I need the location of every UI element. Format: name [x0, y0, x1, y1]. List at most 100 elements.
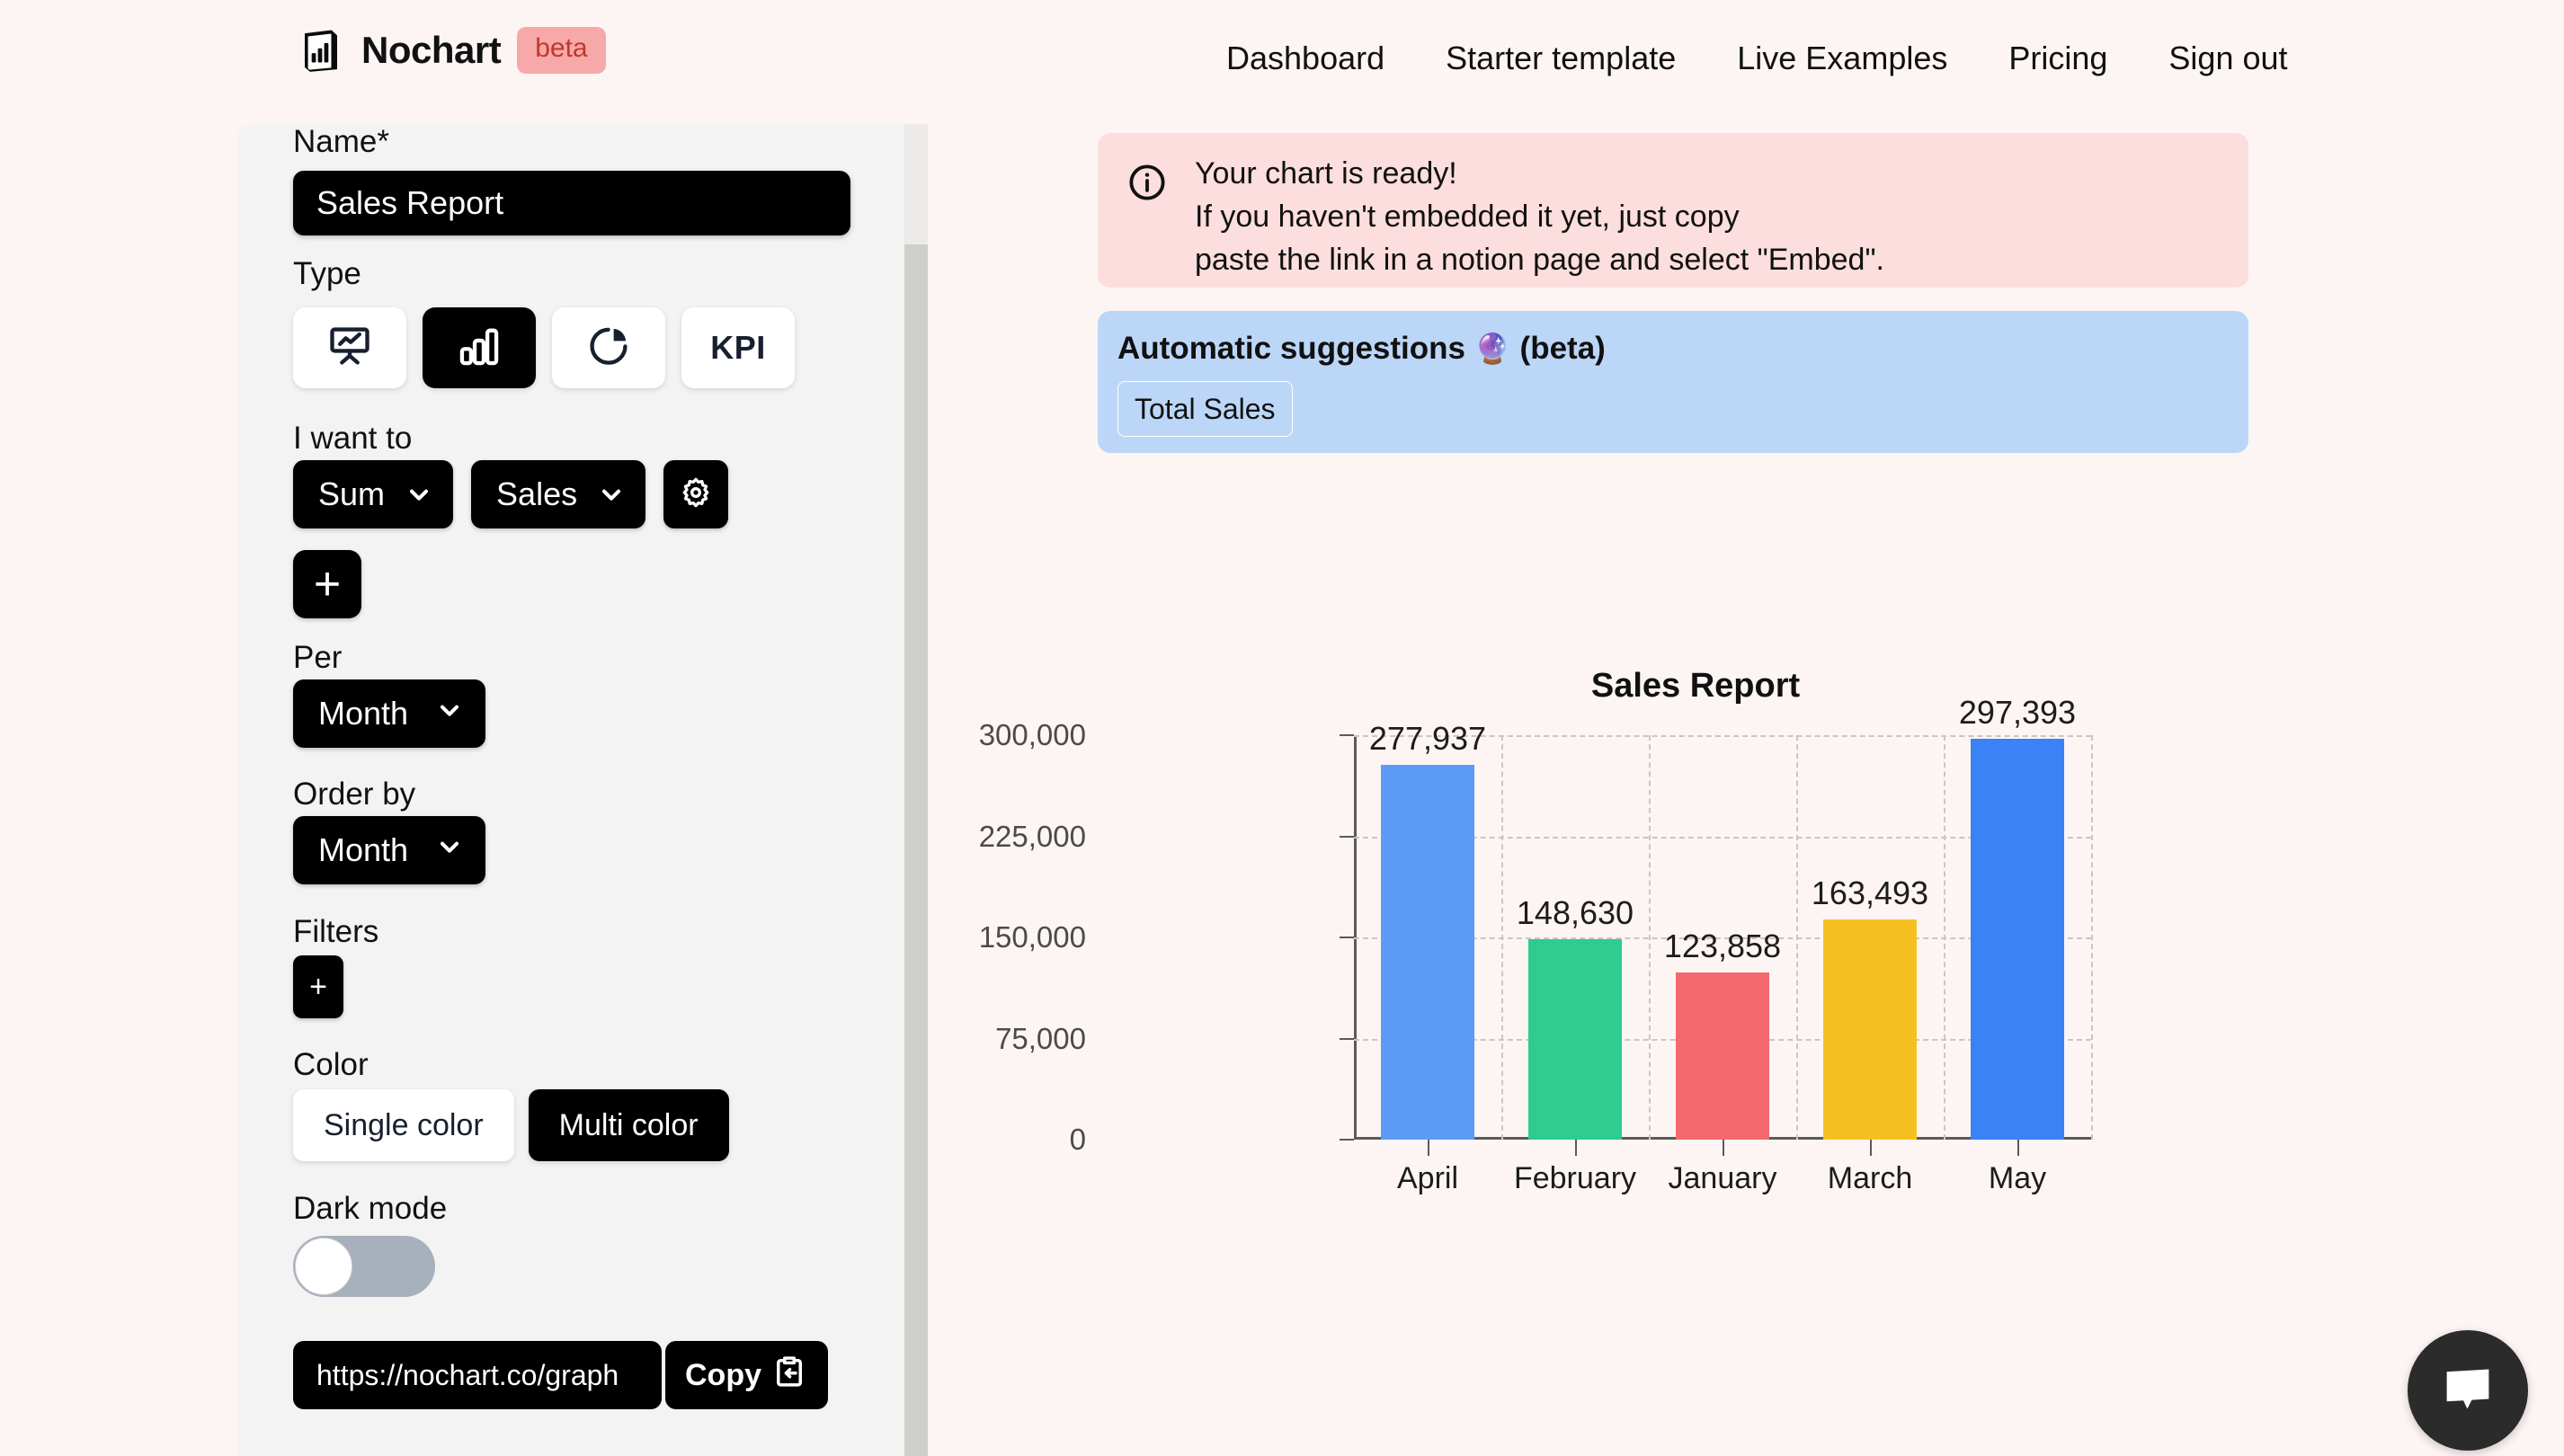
vertical-gridline	[1944, 735, 1945, 1140]
plus-icon: +	[309, 970, 327, 1004]
presentation-line-chart-icon	[326, 323, 373, 374]
gear-icon	[678, 475, 714, 515]
per-value: Month	[318, 695, 409, 732]
color-label: Color	[293, 1047, 369, 1082]
dark-mode-toggle[interactable]	[293, 1236, 435, 1297]
type-option-bar-chart[interactable]	[423, 307, 536, 388]
aggregate-select[interactable]: Sum	[293, 460, 454, 528]
suggestions-title: Automatic suggestions 🔮 (beta)	[1117, 331, 2248, 367]
bar-value-label: 277,937	[1368, 720, 1487, 758]
field-value: Sales	[496, 475, 578, 512]
type-option-kpi[interactable]: KPI	[681, 307, 795, 388]
dark-mode-label: Dark mode	[293, 1191, 448, 1226]
color-option-single[interactable]: Single color	[293, 1089, 514, 1161]
type-label: Type	[293, 256, 361, 291]
order-by-select[interactable]: Month	[293, 816, 485, 884]
chart-bar[interactable]: 148,630	[1517, 894, 1634, 1140]
nav-item-starter-template[interactable]: Starter template	[1415, 40, 1706, 77]
x-tick-mark	[1870, 1140, 1872, 1156]
order-by-value: Month	[318, 831, 409, 868]
copy-button-label: Copy	[685, 1357, 761, 1392]
suggestions-title-text: Automatic suggestions	[1117, 331, 1465, 366]
nav-item-dashboard[interactable]: Dashboard	[1196, 40, 1415, 77]
y-axis-tick-label: 0	[1069, 1123, 1086, 1156]
type-option-pie-chart[interactable]	[552, 307, 665, 388]
chat-bubble-icon	[2438, 1359, 2497, 1423]
chart-bar[interactable]: 297,393	[1959, 694, 2076, 1140]
pie-chart-icon	[585, 323, 632, 374]
bar-value-label: 148,630	[1516, 894, 1634, 932]
chart-title: Sales Report	[1590, 667, 1801, 705]
alert-line-3: paste the link in a notion page and sele…	[1195, 243, 1884, 278]
x-tick-mark	[1723, 1140, 1724, 1156]
brand[interactable]: Nochart beta	[297, 25, 606, 75]
chart-type-selector: KPI	[293, 307, 795, 388]
chat-widget-button[interactable]	[2408, 1330, 2528, 1451]
chart-bar[interactable]: 123,858	[1664, 928, 1781, 1140]
field-select[interactable]: Sales	[471, 460, 646, 528]
x-axis-tick-label: January	[1668, 1161, 1777, 1195]
chart-preview: Sales Report 0 75,000 150,000 225,000 300,00…	[979, 629, 2293, 1195]
color-option-multi[interactable]: Multi color	[528, 1089, 729, 1161]
main-nav: Dashboard Starter template Live Examples…	[1196, 40, 2319, 77]
clipboard-paste-icon	[770, 1353, 808, 1398]
nav-item-pricing[interactable]: Pricing	[1978, 40, 2138, 77]
toggle-knob	[295, 1238, 352, 1295]
app-root: Nochart beta Dashboard Starter template …	[0, 0, 2564, 1456]
x-tick-mark	[2017, 1140, 2019, 1156]
add-filter-button[interactable]: +	[293, 955, 343, 1018]
chart-plot-area: 0 75,000 150,000 225,000 300,000 277,937 April…	[979, 694, 2093, 1195]
chart-bar[interactable]: 163,493	[1812, 874, 1928, 1140]
copy-button[interactable]: Copy	[665, 1341, 828, 1409]
info-circle-icon	[1126, 156, 1168, 288]
alert-line-2: If you haven't embedded it yet, just cop…	[1195, 200, 1740, 235]
order-by-label: Order by	[293, 777, 416, 812]
alert-line-1: Your chart is ready!	[1195, 156, 1457, 191]
vertical-gridline	[1796, 735, 1798, 1140]
filters-label: Filters	[293, 914, 379, 949]
add-metric-button[interactable]: +	[293, 550, 361, 618]
vertical-gridline	[1649, 735, 1651, 1140]
kpi-label: KPI	[710, 329, 766, 366]
share-link-row: Copy	[293, 1341, 828, 1409]
per-select[interactable]: Month	[293, 679, 485, 748]
y-tick-mark	[1340, 1139, 1354, 1141]
chevron-down-icon	[435, 831, 464, 869]
plus-icon: +	[313, 558, 342, 610]
nav-item-sign-out[interactable]: Sign out	[2138, 40, 2318, 77]
automatic-suggestions-panel: Automatic suggestions 🔮 (beta) Total Sal…	[1098, 311, 2248, 453]
i-want-to-label: I want to	[293, 421, 413, 456]
share-url-input[interactable]	[293, 1341, 662, 1409]
chart-name-input[interactable]	[293, 171, 850, 235]
suggestion-chip-total-sales[interactable]: Total Sales	[1117, 381, 1293, 437]
y-axis-tick-label: 75,000	[995, 1021, 1086, 1055]
metric-settings-button[interactable]	[663, 460, 729, 528]
y-tick-mark	[1340, 937, 1354, 938]
chevron-down-icon	[435, 695, 464, 732]
type-option-line-chart[interactable]	[293, 307, 406, 388]
alert-text: Your chart is ready! If you haven't embe…	[1195, 156, 1884, 288]
vertical-gridline	[1501, 735, 1503, 1140]
x-axis-tick-label: May	[1988, 1161, 2047, 1195]
chart-ready-alert: Your chart is ready! If you haven't embe…	[1098, 133, 2248, 288]
aggregate-value: Sum	[318, 475, 386, 512]
notebook-bar-chart-icon	[297, 25, 345, 75]
x-axis-tick-label: April	[1396, 1161, 1459, 1195]
nav-item-live-examples[interactable]: Live Examples	[1706, 40, 1978, 77]
color-mode-selector: Single color Multi color	[293, 1089, 729, 1161]
x-axis-tick-label: March	[1827, 1161, 1913, 1195]
metric-row: Sum Sales	[293, 460, 729, 528]
brand-name: Nochart	[361, 29, 502, 71]
top-header: Nochart beta Dashboard Starter template …	[0, 0, 2564, 115]
suggestions-beta-label: (beta)	[1519, 331, 1606, 366]
sidebar-scrollbar-thumb[interactable]	[904, 244, 928, 1456]
y-tick-mark	[1340, 1037, 1354, 1040]
x-axis-tick-label: February	[1513, 1161, 1637, 1195]
y-axis-tick-label: 225,000	[978, 819, 1086, 853]
chevron-down-icon	[597, 480, 626, 509]
bar-value-label: 123,858	[1663, 928, 1782, 965]
per-label: Per	[293, 640, 343, 675]
y-tick-mark	[1340, 734, 1354, 736]
bar-value-label: 163,493	[1811, 874, 1929, 911]
chart-bar[interactable]: 277,937	[1369, 720, 1486, 1140]
